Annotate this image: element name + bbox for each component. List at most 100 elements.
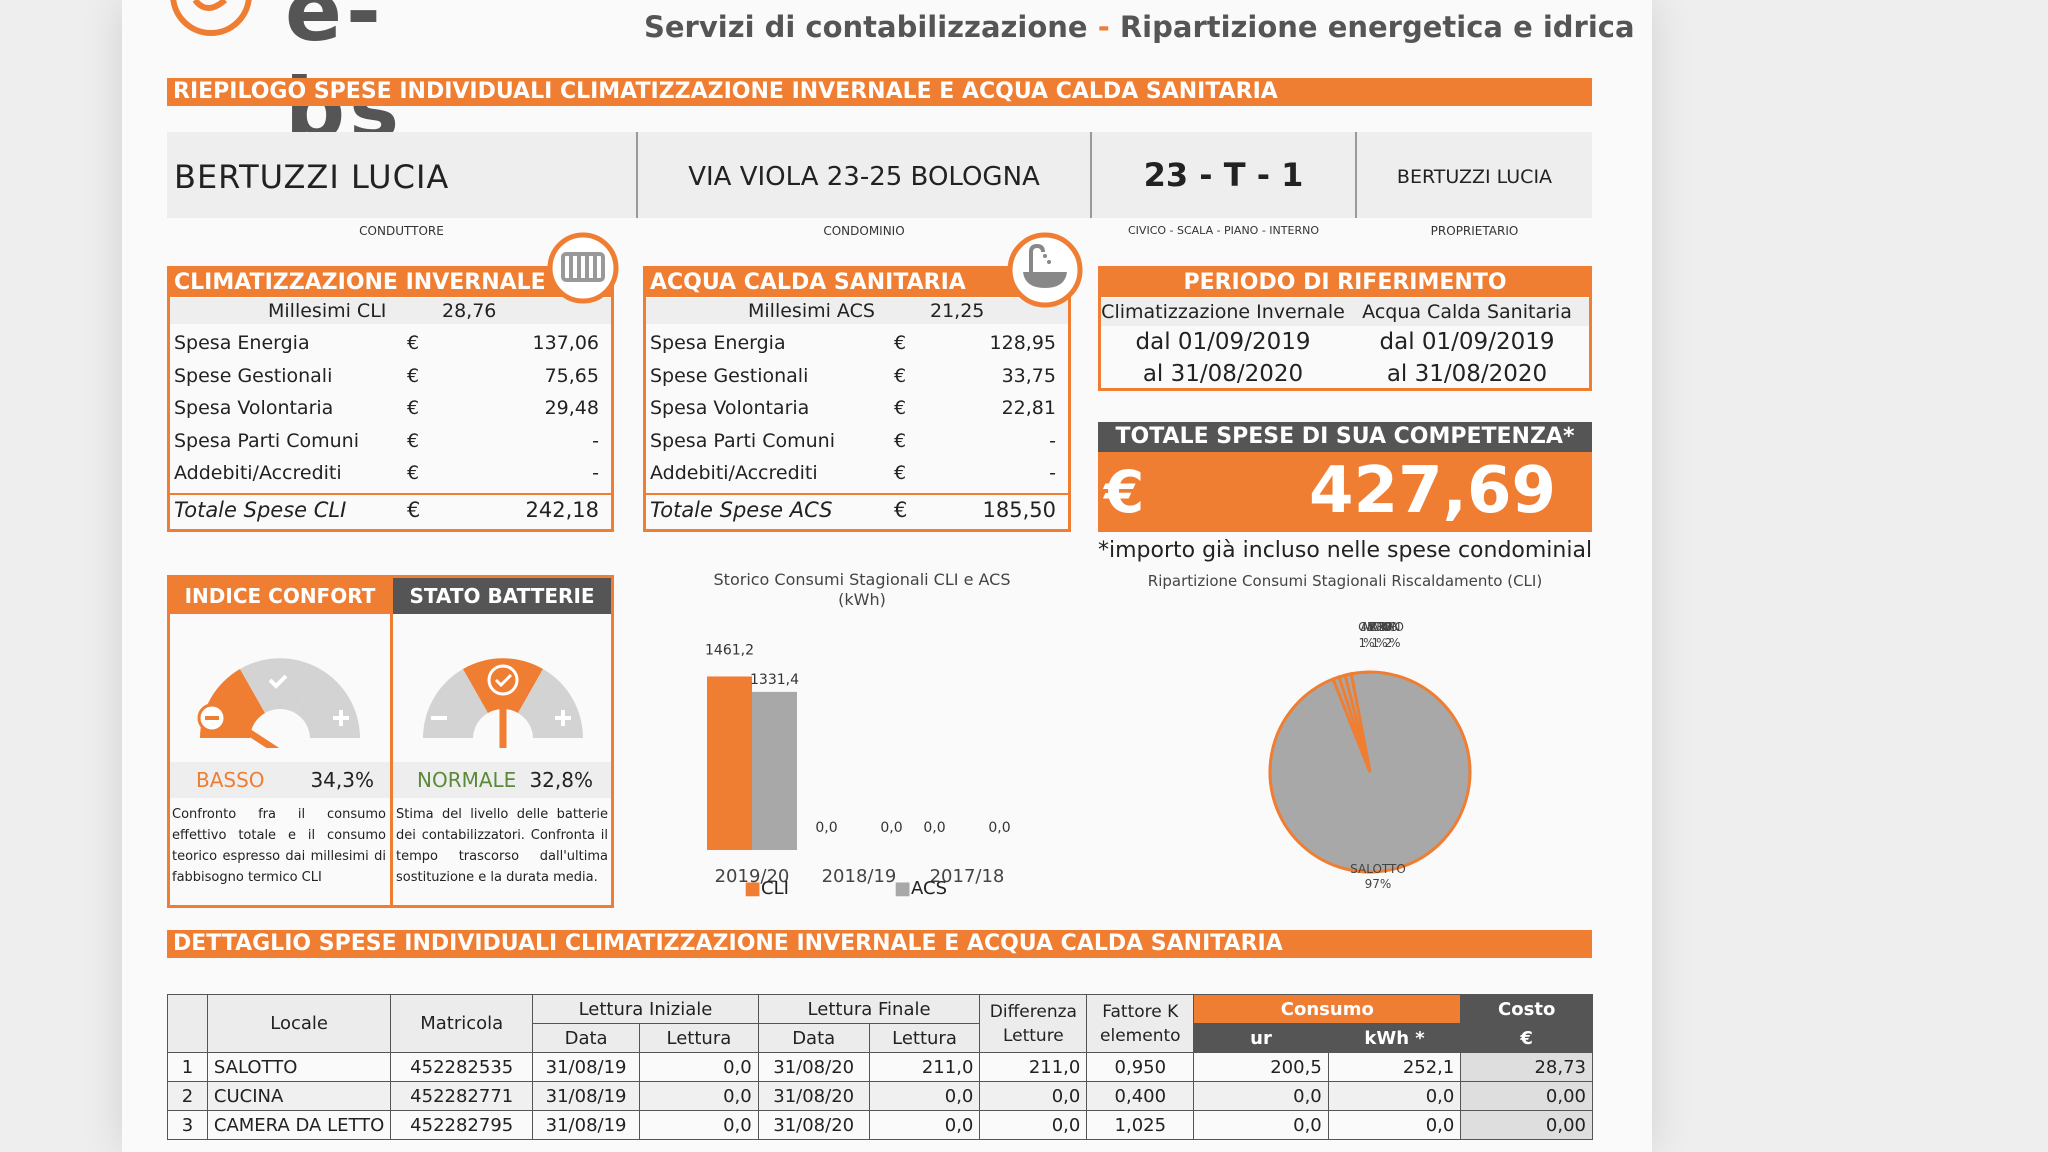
bar-label: 0,0	[880, 820, 902, 836]
period-from1: dal 01/09/2019	[1135, 329, 1311, 355]
cli-expense-currency: €	[407, 364, 420, 387]
cli-expense-label: Spesa Volontaria	[174, 397, 334, 419]
report-sheet: e-bs Servizi di contabilizzazione - Ripa…	[122, 0, 1652, 1152]
acs-total-currency: €	[894, 498, 908, 522]
period-box: PERIODO DI RIFERIMENTO Climatizzazione I…	[1098, 266, 1592, 391]
cell-kwh: 0,0	[1327, 1081, 1462, 1111]
acs-expense-label: Spese Gestionali	[650, 364, 809, 387]
owner-label: PROPRIETARIO	[1430, 224, 1519, 238]
tagline-right: Ripartizione energetica e idrica	[1119, 10, 1635, 44]
confort-percent: 34,3%	[310, 768, 374, 792]
cell-d2: 31/08/20	[757, 1052, 870, 1082]
cli-expense-value: 75,65	[544, 364, 599, 387]
confort-gauge	[197, 658, 360, 748]
batterie-title: STATO BATTERIE	[393, 578, 611, 614]
bar-chart-subtitle: (kWh)	[838, 590, 886, 609]
cell-diff: 0,0	[979, 1110, 1088, 1140]
radiator-icon	[547, 232, 619, 304]
legend-cli-label: CLI	[761, 878, 789, 899]
cell-l1: 0,0	[639, 1110, 759, 1140]
cli-total-label: Totale Spese CLI	[174, 498, 347, 522]
th-data-iniziale: Data	[532, 1023, 641, 1053]
cli-expense-label: Spesa Parti Comuni	[174, 429, 359, 452]
period-to1: al 31/08/2020	[1142, 361, 1304, 387]
th-lettura-2: Lettura	[868, 1023, 981, 1053]
detail-table: Locale Matricola Lettura Iniziale Lettur…	[167, 994, 1593, 1140]
cli-expense-currency: €	[407, 462, 420, 484]
th-locale: Locale	[206, 994, 392, 1053]
cli-millesimi-value: 28,76	[442, 300, 497, 322]
total-box: € 427,69	[1098, 452, 1592, 532]
th-kwh: kWh *	[1327, 1023, 1462, 1053]
indicators-box: INDICE CONFORT STATO BATTERIE BASSO 34,3…	[167, 575, 614, 908]
acs-expense-value: 22,81	[1001, 397, 1056, 419]
table-row: 2 CUCINA 452282771 31/08/19 0,0 31/08/20 0,0 0,…	[167, 1081, 1593, 1111]
th-euro: €	[1460, 1023, 1593, 1053]
cell-ur: 0,0	[1193, 1110, 1329, 1140]
cli-title: CLIMATIZZAZIONE INVERNALE	[170, 269, 611, 297]
period-to2: al 31/08/2020	[1386, 361, 1548, 387]
period-col2: Acqua Calda Sanitaria	[1362, 301, 1572, 323]
cell-l2: 0,0	[868, 1081, 981, 1111]
acs-total-row: Totale Spese ACS € 185,50	[646, 494, 1068, 526]
cell-kwh: 252,1	[1327, 1052, 1462, 1082]
th-fattore: Fattore K elemento	[1086, 994, 1195, 1053]
acs-expense-value: -	[1049, 429, 1056, 452]
cli-expense-value: -	[592, 462, 599, 484]
cli-total-value: 242,18	[525, 498, 599, 522]
tagline: Servizi di contabilizzazione - Ripartizi…	[644, 10, 1635, 44]
tagline-sep: -	[1097, 10, 1110, 44]
bar-acs-2019/20	[752, 691, 797, 850]
acs-title: ACQUA CALDA SANITARIA	[646, 269, 1068, 297]
acs-expense-currency: €	[894, 364, 907, 387]
cli-total-row: Totale Spese CLI € 242,18	[170, 494, 611, 526]
legend-acs: ■ACS	[894, 878, 948, 899]
cli-expense-currency: €	[407, 332, 420, 354]
acs-expense-label: Addebiti/Accrediti	[650, 462, 818, 484]
acs-millesimi: Millesimi ACS 21,25	[646, 298, 1068, 324]
th-consumo: Consumo	[1193, 994, 1462, 1024]
cell-locale: CAMERA DA LETTO	[206, 1110, 392, 1140]
cli-millesimi-label: Millesimi CLI	[268, 300, 387, 322]
th-lettura-iniziale: Lettura Iniziale	[532, 994, 759, 1024]
period-header: Climatizzazione Invernale Acqua Calda Sa…	[1101, 298, 1589, 326]
cell-costo: 28,73	[1460, 1052, 1593, 1082]
cli-total-currency: €	[407, 498, 421, 522]
cli-expense-row: Spesa Energia €137,06	[170, 327, 611, 359]
pie-main-pct: 97%	[1364, 877, 1392, 891]
th-data-finale: Data	[757, 1023, 870, 1053]
confort-status-bar: BASSO 34,3%	[170, 762, 390, 798]
detail-body: 1 SALOTTO 452282535 31/08/19 0,0 31/08/20 211,…	[167, 1052, 1593, 1140]
summary-band: RIEPILOGO SPESE INDIVIDUALI CLIMATIZZAZI…	[167, 78, 1592, 106]
acs-total-label: Totale Spese ACS	[650, 498, 833, 522]
cell-d2: 31/08/20	[757, 1081, 870, 1111]
bar-chart-title: Storico Consumi Stagionali CLI e ACS	[713, 570, 1011, 589]
unit-label: CIVICO - SCALA - PIANO - INTERNO	[1128, 224, 1319, 237]
acs-millesimi-value: 21,25	[930, 300, 985, 322]
total-value: 427,69	[1309, 454, 1556, 528]
owner-name: BERTUZZI LUCIA	[1396, 166, 1553, 188]
period-title: PERIODO DI RIFERIMENTO	[1101, 269, 1589, 297]
condo-address: VIA VIOLA 23-25 BOLOGNA	[688, 162, 1040, 192]
acs-millesimi-label: Millesimi ACS	[748, 300, 875, 322]
confort-title: INDICE CONFORT	[170, 578, 390, 614]
bar-label: 0,0	[988, 820, 1010, 836]
cell-k: 0,950	[1086, 1052, 1195, 1082]
cell-matricola: 452282771	[390, 1081, 534, 1111]
cell-costo: 0,00	[1460, 1110, 1593, 1140]
cell-matricola: 452282535	[390, 1052, 534, 1082]
cli-expense-currency: €	[407, 397, 420, 419]
bar-label: 1461,2	[705, 642, 754, 658]
cell-d1: 31/08/19	[532, 1052, 641, 1082]
cell-l1: 0,0	[639, 1081, 759, 1111]
cell-locale: SALOTTO	[206, 1052, 392, 1082]
batterie-description: Stima del livello delle batterie dei con…	[396, 807, 608, 885]
cell-n: 2	[167, 1081, 208, 1111]
detail-table-wrap: Locale Matricola Lettura Iniziale Lettur…	[167, 994, 1593, 1140]
cell-diff: 0,0	[979, 1081, 1088, 1111]
pie-chart-title: Ripartizione Consumi Stagionali Riscalda…	[1147, 572, 1543, 590]
cell-l2: 0,0	[868, 1110, 981, 1140]
acs-expense-value: -	[1049, 462, 1056, 484]
cell-d2: 31/08/20	[757, 1110, 870, 1140]
acs-expense-row: Spese Gestionali €33,75	[646, 360, 1068, 392]
